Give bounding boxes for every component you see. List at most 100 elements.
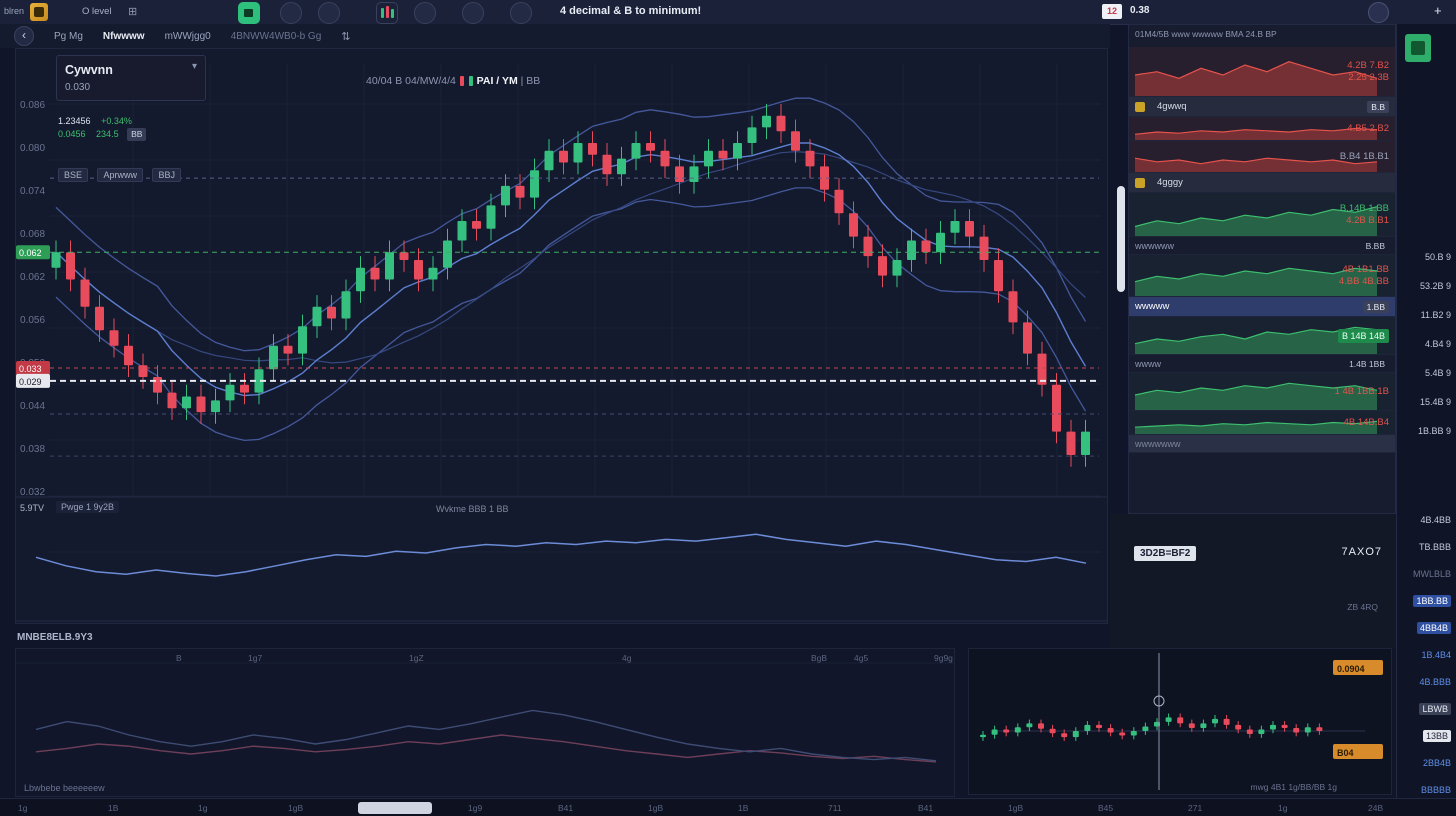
watchlist-row[interactable]: B 14B 14B (1129, 317, 1395, 355)
stat-badge: BB (127, 128, 146, 141)
tag-period[interactable]: Aprwww (97, 168, 143, 182)
menu-level-item[interactable]: O level (82, 6, 112, 17)
tag-type[interactable]: BBJ (152, 168, 181, 182)
world-icon[interactable] (462, 2, 484, 24)
detail-tag[interactable]: 3D2B=BF2 (1134, 546, 1196, 561)
time-tick: 1g (198, 803, 207, 813)
watchlist-row[interactable]: wwww1.4B 1BB (1129, 355, 1395, 373)
chart-toolbar: ‹ Pg Mg Nfwwww mWWjgg0 4BNWW4WB0-b Gg ⇅ (0, 24, 1110, 48)
chart-title-extra: | BB (521, 75, 541, 87)
globe-icon[interactable] (318, 2, 340, 24)
stat-low: 0.0456 (58, 129, 86, 139)
chart-title-date: 40/04 B 04/MW/4/4 (366, 75, 456, 87)
mini-candle-canvas[interactable]: 0.0904B04 (969, 649, 1391, 794)
chevron-down-icon[interactable]: ▾ (192, 61, 197, 72)
price-scale-value: 5.4B 9 (1399, 368, 1451, 378)
price-scale-value: 4BB4B (1399, 623, 1451, 633)
time-tick: 24B (1368, 803, 1383, 813)
clock-icon[interactable] (280, 2, 302, 24)
price-scale-value: 1B.4B4 (1399, 650, 1451, 660)
watchlist-row[interactable]: B.B4 1B.B1 (1129, 141, 1395, 173)
topbar-value: 0.38 (1130, 5, 1149, 16)
time-tick: 271 (1188, 803, 1202, 813)
price-scale-value: 1B.BB 9 (1399, 426, 1451, 436)
detail-subpanel: 3D2B=BF2 7AXO7 ZB 4RQ (1110, 514, 1396, 648)
stat-price: 1.23456 (58, 116, 91, 126)
tag-exchange[interactable]: BSE (58, 168, 88, 182)
watchlist-rows: 4.2B 7.B22.25 2.3B4gwwqB.B4.B5 2.B2B.B4 … (1129, 47, 1395, 453)
symbol-selector[interactable]: Cywvnn ▾ 0.030 (56, 55, 206, 101)
svg-text:0.0904: 0.0904 (1337, 664, 1365, 674)
back-icon[interactable]: ‹ (14, 26, 34, 46)
top-toolbar: blren O level ⊞ 4 decimal & B to minimum… (0, 0, 1456, 25)
symbol-name: Cywvnn (65, 63, 113, 77)
stat-vol: 234.5 (96, 129, 119, 139)
price-scale-value: 53.2B 9 (1399, 281, 1451, 291)
watchlist-row[interactable]: 4.B5 2.B2 (1129, 117, 1395, 141)
brand-label: blren (4, 6, 24, 16)
svg-text:0.086: 0.086 (20, 100, 45, 111)
watchlist-row[interactable]: wwwwwww (1129, 435, 1395, 453)
price-scale-value: BBBBB (1399, 785, 1451, 795)
toolbar-item-2[interactable]: Nfwwww (103, 31, 145, 42)
toolbar-item-1[interactable]: Pg Mg (54, 31, 83, 42)
svg-text:0.029: 0.029 (19, 377, 42, 387)
time-tick: 1gB (648, 803, 663, 813)
oscillator-canvas[interactable] (16, 649, 954, 796)
time-tick: 1gB (1008, 803, 1023, 813)
add-icon[interactable]: + (1434, 3, 1442, 18)
svg-text:0.044: 0.044 (20, 401, 45, 412)
main-chart-canvas[interactable]: 0.0860.0800.0740.0680.0620.0560.0500.044… (16, 49, 1107, 623)
watchlist-row[interactable]: 4B 1B1.BB4.BB 4B.BB (1129, 255, 1395, 297)
app-logo-icon[interactable] (30, 3, 48, 21)
svg-text:0.074: 0.074 (20, 186, 45, 197)
toolbar-item-4[interactable]: 4BNWW4WB0-b Gg (231, 31, 322, 42)
vertical-scrollbar[interactable] (1117, 186, 1125, 292)
asset-color-icon (1135, 102, 1145, 112)
chat-icon[interactable] (238, 2, 260, 24)
axis-tick: 1gZ (409, 653, 424, 663)
avatar[interactable] (1368, 2, 1389, 23)
horizontal-scrollbar[interactable] (358, 802, 432, 814)
bottom-panel-title: MNBE8ELB.9Y3 (17, 632, 93, 643)
price-scale-value: 2BB4B (1399, 758, 1451, 768)
time-tick: B41 (918, 803, 933, 813)
price-scale-value: 4.B4 9 (1399, 339, 1451, 349)
watchlist-row[interactable]: 4.2B 7.B22.25 2.3B (1129, 47, 1395, 97)
watchlist-row[interactable]: wwwwwwB.BB (1129, 237, 1395, 255)
sort-icon[interactable]: ⇅ (341, 30, 350, 43)
announcement-text: 4 decimal & B to minimum! (560, 5, 701, 17)
indicator-label[interactable]: Pwge 1 9y2B (56, 501, 119, 513)
watchlist-row[interactable]: 4B 14B.B4 (1129, 411, 1395, 435)
notification-badge[interactable]: 12 (1102, 4, 1122, 19)
time-tick: 1g (18, 803, 27, 813)
mini-candle-footer: mwg 4B1 1g/BB/BB 1g (1251, 782, 1337, 792)
svg-text:0.062: 0.062 (19, 248, 42, 258)
symbol-stats: 1.23456 +0.34% 0.0456 234.5 BB (58, 115, 146, 141)
mini-chart-icon[interactable] (376, 2, 398, 24)
time-axis: 1g1B1g1gB1271g9B411gB1B711B411gBB452711g… (0, 798, 1456, 816)
watchlist-row[interactable]: 1 4B 1BB.1B (1129, 373, 1395, 411)
chart-title: 40/04 B 04/MW/4/4 PAI / YM | BB (366, 75, 540, 87)
toolbar-item-3[interactable]: mWWjgg0 (165, 31, 211, 42)
user-icon[interactable] (510, 2, 532, 24)
price-scale-value: 13BB (1399, 731, 1451, 741)
refresh-icon[interactable] (414, 2, 436, 24)
price-scale-value: 11.B2 9 (1399, 310, 1451, 320)
mini-candle-panel: 0.0904B04 mwg 4B1 1g/BB/BB 1g (968, 648, 1392, 795)
watchlist-row[interactable]: wwwww1.BB (1129, 297, 1395, 317)
axis-tick: BgB (811, 653, 827, 663)
watchlist-row[interactable]: 4gwwqB.B (1129, 97, 1395, 117)
time-tick: 1B (108, 803, 118, 813)
time-tick: B41 (558, 803, 573, 813)
buy-indicator-icon[interactable] (1405, 34, 1431, 62)
price-scale-value: MWLBLB (1399, 569, 1451, 579)
watchlist-row[interactable]: B.14B 1.BB4.2B B.B1 (1129, 193, 1395, 237)
detail-small-value: ZB 4RQ (1347, 602, 1378, 612)
grid-icon[interactable]: ⊞ (128, 5, 137, 18)
watchlist-row[interactable]: 4gggy (1129, 173, 1395, 193)
time-tick: B45 (1098, 803, 1113, 813)
main-chart-panel: 0.0860.0800.0740.0680.0620.0560.0500.044… (15, 48, 1108, 624)
price-scale-column: 50.B 953.2B 911.B2 94.B4 95.4B 915.4B 91… (1396, 24, 1456, 798)
svg-text:0.038: 0.038 (20, 444, 45, 455)
